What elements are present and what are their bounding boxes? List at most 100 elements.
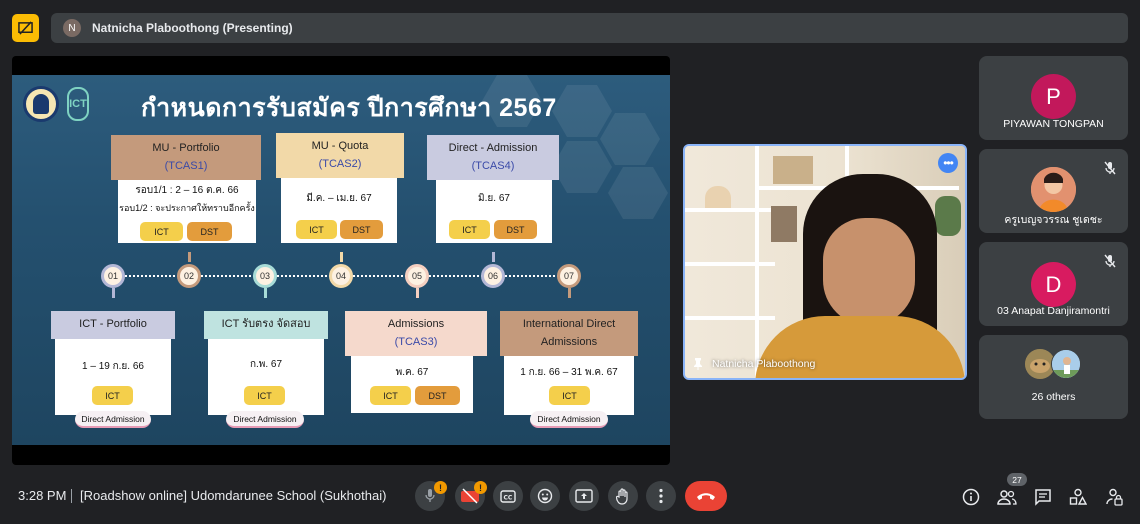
timeline-node: 04 — [329, 264, 353, 288]
tag-dst: DST — [187, 222, 232, 241]
card-header: MU - Quota (TCAS2) — [276, 133, 404, 178]
card-header: ICT - Portfolio — [51, 311, 175, 339]
card-header: International Direct Admissions — [500, 311, 638, 356]
chat-icon — [1035, 489, 1051, 506]
more-options-button[interactable] — [646, 481, 676, 511]
tag-ict: ICT — [449, 220, 490, 239]
raise-hand-button[interactable] — [608, 481, 638, 511]
participants-count-badge: 27 — [1007, 473, 1027, 486]
faculty-logo: ICT — [67, 87, 89, 121]
card-date: รอบ1/1 : 2 – 16 ต.ค. 66 — [135, 184, 239, 196]
card-title: MU - Portfolio — [152, 142, 220, 155]
shelf — [685, 316, 775, 320]
timeline-node: 05 — [405, 264, 429, 288]
participant-name: PIYAWAN TONGPAN — [1003, 118, 1104, 130]
captions-button[interactable]: CC — [493, 481, 523, 511]
participant-avatar — [1051, 349, 1081, 379]
participant-name: ครูเบญจวรรณ ชูเดชะ — [1004, 214, 1103, 226]
timeline-stem — [340, 252, 343, 262]
more-options-icon[interactable]: ••• — [938, 153, 958, 173]
activities-button[interactable] — [1067, 486, 1089, 508]
video-name: Natnicha Plaboothong — [712, 358, 816, 370]
host-controls-button[interactable] — [1103, 486, 1125, 508]
card-code: (TCAS2) — [318, 157, 362, 170]
card-title: International Direct — [522, 318, 616, 331]
timeline-node: 07 — [557, 264, 581, 288]
timeline-node: 06 — [481, 264, 505, 288]
participant-tile[interactable]: P PIYAWAN TONGPAN — [979, 56, 1128, 140]
hex-decoration — [600, 113, 660, 165]
timeline-node: 03 — [253, 264, 277, 288]
timeline-stem — [492, 252, 495, 262]
presenter-bar: N Natnicha Plaboothong (Presenting) — [51, 13, 1128, 43]
tag-ict: ICT — [296, 220, 337, 239]
participant-avatar: P — [1031, 74, 1076, 119]
card-code: (TCAS4) — [471, 159, 515, 172]
tag-ict: ICT — [140, 222, 183, 241]
lamp — [705, 186, 731, 208]
presentation-icon[interactable] — [12, 14, 39, 42]
shelf — [685, 262, 775, 266]
tag-ict: ICT — [244, 386, 285, 405]
card-title: ICT รับตรง จัดสอบ — [221, 318, 311, 331]
svg-text:CC: CC — [504, 494, 513, 501]
card-header: MU - Portfolio (TCAS1) — [111, 135, 261, 180]
shared-screen: ICT กำหนดการรับสมัคร ปีการศึกษา 2567 MU … — [12, 56, 670, 465]
timeline-node: 02 — [177, 264, 201, 288]
card-title-line2: Admissions — [540, 335, 598, 348]
people-button[interactable] — [996, 486, 1018, 508]
card-header: Admissions (TCAS3) — [345, 311, 487, 356]
chat-button[interactable] — [1032, 486, 1054, 508]
camera-warning-badge: ! — [474, 481, 487, 494]
card-note: รอบ1/2 : จะประกาศให้ทราบอีกครั้ง — [119, 203, 255, 213]
meeting-details-button[interactable] — [960, 486, 982, 508]
others-tile[interactable]: 26 others — [979, 335, 1128, 419]
hex-decoration — [552, 85, 612, 137]
mic-off-icon — [1104, 254, 1116, 268]
timeline-stem — [568, 288, 571, 298]
person-face — [823, 218, 915, 326]
participant-tile[interactable]: D 03 Anapat Danjiramontri — [979, 242, 1128, 326]
tag-dst: DST — [494, 220, 537, 239]
tag-dst: DST — [415, 386, 460, 405]
card-header: ICT รับตรง จัดสอบ — [204, 311, 328, 339]
hex-decoration — [608, 167, 668, 219]
presenter-name: Natnicha Plaboothong (Presenting) — [92, 21, 293, 35]
leave-call-button[interactable] — [685, 481, 727, 511]
card-code: (TCAS1) — [164, 159, 208, 172]
slide-title: กำหนดการรับสมัคร ปีการศึกษา 2567 — [141, 94, 557, 122]
tag-ict: ICT — [549, 386, 590, 405]
tag-dst: DST — [340, 220, 383, 239]
timeline-stem — [264, 288, 267, 298]
timeline-node: 01 — [101, 264, 125, 288]
slide: ICT กำหนดการรับสมัคร ปีการศึกษา 2567 MU … — [12, 75, 670, 445]
hand-icon — [616, 487, 628, 505]
card-date: ก.พ. 67 — [249, 358, 283, 370]
plant — [935, 196, 961, 236]
shelf — [755, 146, 759, 378]
participant-avatar — [1031, 167, 1076, 212]
shelf — [685, 208, 775, 212]
timeline-stem — [416, 288, 419, 298]
card-title: MU - Quota — [311, 140, 369, 153]
reactions-button[interactable] — [530, 481, 560, 511]
clock: 3:28 PM — [18, 488, 67, 503]
pin-icon[interactable] — [693, 358, 703, 370]
lock-person-icon — [1106, 488, 1123, 506]
divider — [71, 489, 72, 503]
card-title: ICT - Portfolio — [79, 318, 147, 331]
card-date: พ.ค. 67 — [395, 366, 429, 378]
direct-admission-label: Direct Admission — [226, 411, 304, 428]
timeline-stem — [188, 252, 191, 262]
present-screen-icon — [575, 489, 593, 503]
others-count: 26 others — [1031, 391, 1076, 403]
mic-off-icon — [1104, 161, 1116, 175]
card-date: มี.ค. – เม.ย. 67 — [306, 192, 372, 204]
participant-tile[interactable]: ครูเบญจวรรณ ชูเดชะ — [979, 149, 1128, 233]
presenter-avatar: N — [63, 19, 81, 37]
meeting-title: [Roadshow online] Udomdarunee School (Su… — [80, 488, 387, 503]
present-button[interactable] — [569, 481, 599, 511]
card-code: (TCAS3) — [394, 335, 438, 348]
presenter-video[interactable]: ••• Natnicha Plaboothong — [683, 144, 967, 380]
tag-ict: ICT — [370, 386, 411, 405]
